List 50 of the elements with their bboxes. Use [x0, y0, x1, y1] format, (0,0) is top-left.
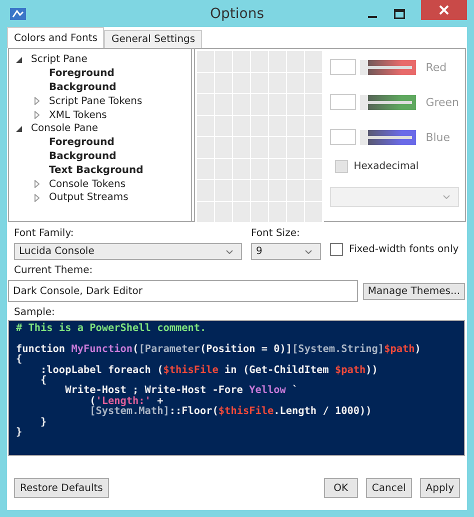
expand-icon[interactable] — [33, 194, 41, 202]
chevron-icon — [226, 250, 233, 254]
tree-item[interactable]: Background — [49, 82, 116, 93]
restore-defaults-button[interactable]: Restore Defaults — [14, 478, 109, 498]
expand-icon[interactable] — [33, 180, 41, 188]
field-label: Font Size: — [251, 228, 301, 239]
window-title: Options — [210, 6, 264, 22]
value-field[interactable] — [330, 94, 356, 110]
app-icon — [10, 8, 26, 20]
theme-field[interactable]: Dark Console, Dark Editor — [8, 280, 358, 302]
color-swatch-grid[interactable] — [194, 49, 324, 224]
collapse-icon[interactable] — [15, 124, 23, 133]
chevron-icon — [443, 195, 450, 199]
code-sample: # This is a PowerShell comment. function MyFunction([Parameter(Position = 0)][System.String]$path) { :loopLabel foreach ($thisFile in (Get-ChildItem $path)) { Write-Host ; Write-Host -Fore Yellow ` ('Length:' + [System.Math]::Floor($thisFile.Length / 1000)) } } — [8, 320, 465, 456]
field-label: Font Family: — [14, 228, 75, 239]
tree-item[interactable]: Output Streams — [49, 192, 128, 204]
collapse-icon[interactable] — [15, 56, 23, 64]
field-label: Current Theme: — [14, 265, 94, 276]
checkbox-label: Fixed-width fonts only — [349, 244, 459, 255]
expand-icon[interactable] — [33, 111, 41, 120]
expand-icon[interactable] — [33, 97, 41, 106]
chevron-icon — [305, 250, 312, 254]
channel-label: Green — [426, 96, 459, 108]
dialog-button[interactable]: OK — [324, 478, 358, 498]
close-icon — [439, 5, 449, 15]
tab[interactable]: General Settings — [104, 30, 202, 48]
font-size-dropdown[interactable]: 9 — [251, 243, 321, 260]
tree-item[interactable]: Text Background — [49, 164, 144, 176]
channel-label: Blue — [426, 130, 450, 144]
checkbox-label: Hexadecimal — [354, 161, 419, 172]
tree-item[interactable]: XML Tokens — [49, 110, 107, 121]
tree-item[interactable]: Foreground — [49, 68, 114, 80]
field-label: Sample: — [14, 307, 56, 318]
value-field[interactable] — [330, 129, 356, 145]
dialog-button[interactable]: Cancel — [366, 478, 412, 498]
checkbox[interactable] — [330, 243, 343, 256]
value-field[interactable] — [330, 59, 356, 75]
close-button[interactable] — [421, 0, 467, 20]
tree-item[interactable]: Foreground — [49, 137, 114, 148]
dialog-button[interactable]: Apply — [420, 478, 460, 498]
channel-label: Red — [426, 60, 447, 74]
tab[interactable]: Colors and Fonts — [7, 27, 104, 48]
maximize-icon[interactable] — [394, 8, 405, 18]
tree-item[interactable]: Background — [49, 150, 116, 162]
tree-item[interactable]: Script Pane Tokens — [49, 96, 142, 107]
font-family-dropdown[interactable]: Lucida Console — [14, 243, 242, 260]
tree-item[interactable]: Console Pane — [31, 123, 98, 134]
tree-item[interactable]: Script Pane — [31, 54, 88, 66]
tree-item[interactable]: Console Tokens — [49, 178, 126, 190]
manage-themes-button[interactable]: Manage Themes... — [362, 282, 465, 300]
